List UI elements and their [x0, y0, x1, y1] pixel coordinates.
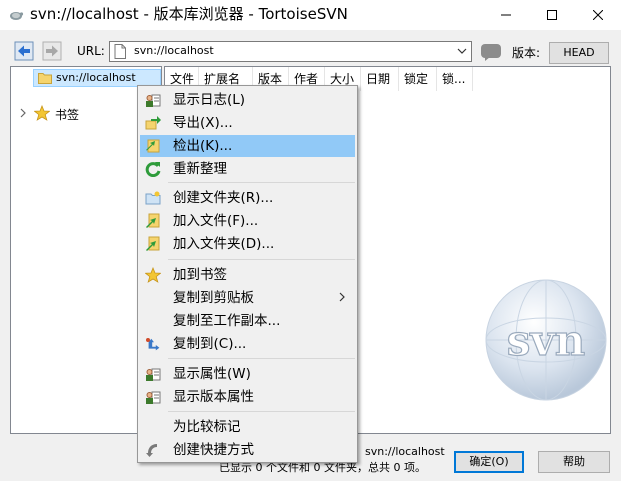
back-button[interactable] [13, 41, 35, 61]
tree-item-label: svn://localhost [56, 71, 136, 84]
export-icon [145, 116, 161, 130]
menu-item-add-file[interactable]: 加入文件(F)... [140, 210, 355, 232]
column-header-lock-comment[interactable]: 锁... [437, 67, 473, 91]
menu-item-label: 加入文件(F)... [173, 213, 259, 229]
menu-item-label: 加到书签 [173, 267, 227, 283]
tree-item-bookmarks[interactable]: 书签 [17, 104, 157, 122]
window-title: svn://localhost - 版本库浏览器 - TortoiseSVN [30, 5, 348, 23]
shortcut-icon [146, 444, 157, 457]
column-header-date[interactable]: 日期 [361, 67, 399, 91]
close-button[interactable] [575, 0, 621, 30]
log-icon [146, 94, 161, 107]
menu-item-show-properties[interactable]: 显示属性(W) [140, 363, 355, 385]
url-value: svn://localhost [134, 44, 214, 57]
star-icon [145, 267, 161, 283]
page-icon [114, 44, 126, 59]
column-header-lock[interactable]: 锁定 [399, 67, 437, 91]
url-combobox[interactable]: svn://localhost [109, 41, 472, 62]
menu-separator [168, 358, 355, 359]
minimize-button[interactable] [483, 0, 529, 30]
menu-item-label: 检出(K)... [173, 138, 233, 154]
maximize-button[interactable] [529, 0, 575, 30]
menu-item-label: 显示版本属性 [173, 389, 254, 405]
menu-item-label: 显示属性(W) [173, 366, 251, 382]
new-folder-icon [145, 191, 161, 205]
context-menu: 显示日志(L) 导出(X)... 检出(K)... 重新整理 创建文件夹(R).… [137, 85, 358, 463]
properties-icon [146, 368, 161, 381]
revision-label: 版本: [512, 46, 541, 60]
minimize-icon [501, 14, 511, 16]
status-path: svn://localhost [365, 445, 445, 458]
menu-item-copy-to[interactable]: 复制到(C)... [140, 333, 355, 355]
menu-item-label: 复制到剪贴板 [173, 290, 254, 306]
ok-button[interactable]: 确定(O) [454, 451, 524, 473]
comment-button[interactable] [480, 42, 502, 62]
copy-to-icon [146, 338, 160, 351]
menu-item-create-shortcut[interactable]: 创建快捷方式 [140, 439, 355, 461]
menu-item-refresh[interactable]: 重新整理 [140, 158, 355, 180]
add-folder-icon [146, 236, 160, 251]
submenu-arrow-icon [339, 292, 345, 302]
menu-item-label: 导出(X)... [173, 115, 233, 131]
menu-item-show-log[interactable]: 显示日志(L) [140, 89, 355, 111]
menu-item-add-folder[interactable]: 加入文件夹(D)... [140, 233, 355, 255]
refresh-icon [145, 162, 161, 177]
menu-item-label: 创建快捷方式 [173, 442, 254, 458]
menu-item-show-revision-properties[interactable]: 显示版本属性 [140, 386, 355, 408]
menu-separator [168, 259, 355, 260]
add-file-icon [146, 213, 160, 228]
menu-item-label: 重新整理 [173, 161, 227, 177]
back-arrow-icon [14, 41, 34, 61]
menu-item-label: 显示日志(L) [173, 92, 246, 108]
menu-item-label: 复制至工作副本... [173, 313, 281, 329]
menu-item-create-folder[interactable]: 创建文件夹(R)... [140, 187, 355, 209]
menu-item-export[interactable]: 导出(X)... [140, 112, 355, 134]
chevron-down-icon[interactable] [457, 48, 467, 54]
star-icon [34, 105, 50, 121]
menu-item-label: 复制到(C)... [173, 336, 247, 352]
menu-item-label: 加入文件夹(D)... [173, 236, 275, 252]
menu-separator [168, 182, 355, 183]
menu-item-mark-for-comparison[interactable]: 为比较标记 [140, 416, 355, 438]
checkout-icon [146, 139, 160, 153]
menu-item-add-bookmark[interactable]: 加到书签 [140, 264, 355, 286]
menu-item-copy-to-working-copy[interactable]: 复制至工作副本... [140, 310, 355, 332]
menu-item-label: 创建文件夹(R)... [173, 190, 274, 206]
menu-item-checkout[interactable]: 检出(K)... [140, 135, 355, 157]
tree-item-label: 书签 [55, 108, 80, 122]
svn-logo-text: svn [507, 316, 586, 365]
revprops-icon [146, 391, 161, 404]
tortoise-app-icon [10, 12, 24, 20]
title-bar: svn://localhost - 版本库浏览器 - TortoiseSVN [0, 0, 621, 30]
folder-icon [38, 73, 52, 84]
menu-item-label: 为比较标记 [173, 419, 241, 435]
speech-bubble-icon [481, 44, 501, 61]
menu-item-copy-to-clipboard[interactable]: 复制到剪贴板 [140, 287, 355, 309]
close-icon [593, 10, 603, 20]
maximize-icon [547, 10, 557, 20]
head-revision-button[interactable]: HEAD [549, 42, 609, 64]
forward-arrow-icon [42, 41, 62, 61]
url-label: URL: [77, 44, 105, 58]
svn-globe-logo: svn [485, 279, 607, 401]
help-button[interactable]: 帮助 [538, 451, 610, 473]
menu-separator [168, 411, 355, 412]
chevron-right-icon[interactable] [19, 108, 27, 118]
forward-button[interactable] [41, 41, 63, 61]
